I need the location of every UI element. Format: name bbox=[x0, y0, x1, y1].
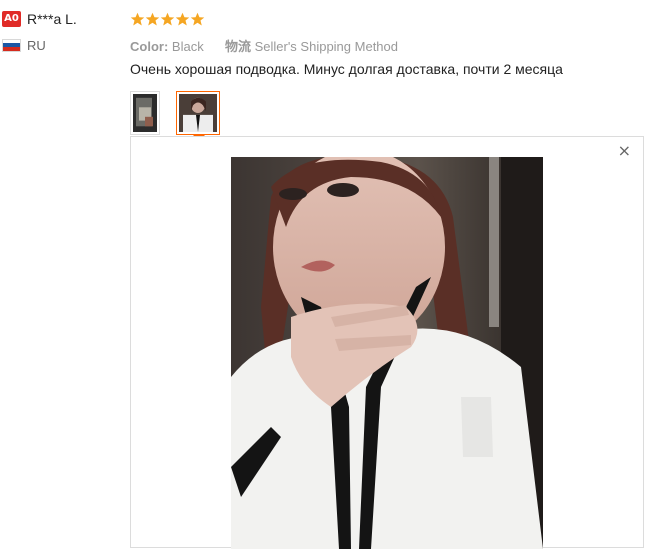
photo-thumbnail-icon bbox=[133, 94, 157, 132]
star-icon bbox=[130, 12, 145, 25]
reviewer-name-row: A0 R***a L. bbox=[2, 10, 112, 28]
photo-thumbnail-icon bbox=[179, 94, 217, 132]
star-icon bbox=[175, 12, 190, 25]
reviewer-name: R***a L. bbox=[27, 11, 77, 27]
star-rating bbox=[130, 10, 645, 28]
photo-thumbnails bbox=[130, 91, 645, 141]
country-row: RU bbox=[2, 37, 112, 53]
review-text: Очень хорошая подводка. Минус долгая дос… bbox=[130, 61, 563, 77]
color-label: Color: bbox=[130, 39, 169, 54]
reviewer-info: A0 R***a L. RU bbox=[2, 10, 112, 53]
shipping-value: Seller's Shipping Method bbox=[254, 39, 398, 54]
shipping-label: 物流 bbox=[224, 39, 251, 54]
country-code: RU bbox=[27, 37, 46, 53]
review-body: Color: Black 物流 Seller's Shipping Method… bbox=[130, 10, 645, 141]
level-badge: A0 bbox=[2, 11, 21, 27]
star-icon bbox=[190, 12, 205, 25]
russia-flag-icon bbox=[2, 38, 21, 52]
photo-viewer: × bbox=[130, 136, 644, 549]
close-icon[interactable]: × bbox=[618, 143, 631, 159]
review-photo[interactable] bbox=[231, 157, 543, 549]
photo-thumbnail-2[interactable] bbox=[176, 91, 220, 135]
star-icon bbox=[160, 12, 175, 25]
photo-thumbnail-1[interactable] bbox=[130, 91, 160, 135]
color-value: Black bbox=[171, 39, 204, 54]
review-photo-image bbox=[231, 157, 543, 549]
star-icon bbox=[145, 12, 160, 25]
review-meta: Color: Black 物流 Seller's Shipping Method bbox=[130, 36, 645, 54]
